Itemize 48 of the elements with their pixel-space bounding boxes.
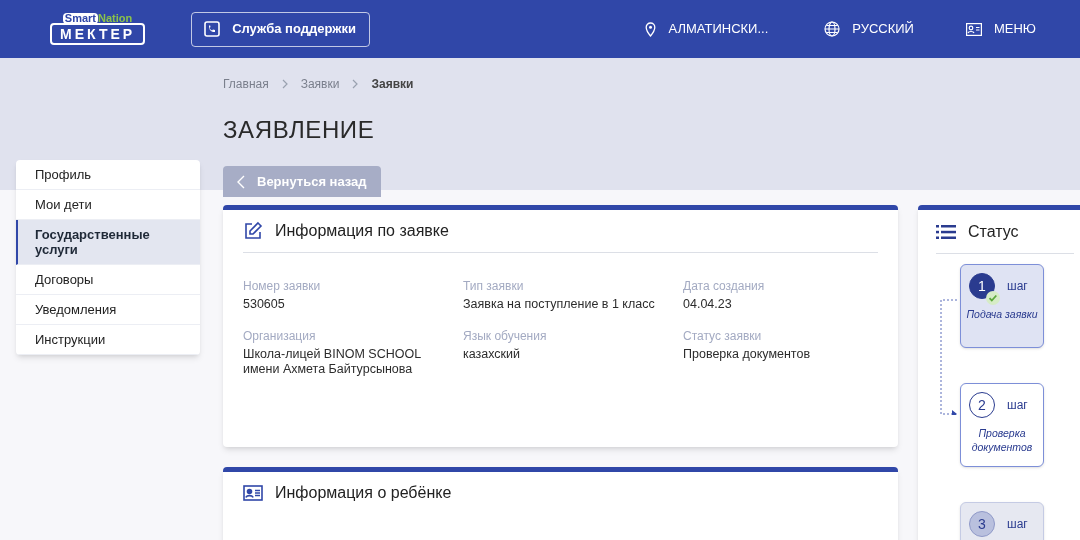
chevron-icon <box>280 79 289 89</box>
phone-icon <box>204 21 221 37</box>
list-icon <box>936 223 956 240</box>
step-label: Подача заявки <box>965 307 1039 321</box>
field-value: 530605 <box>243 297 286 312</box>
region-button[interactable]: АЛМАТИНСКИ... <box>645 19 769 39</box>
sidebar-item[interactable]: Профиль <box>16 160 200 190</box>
chevron-icon <box>351 79 360 89</box>
card-title: Информация по заявке <box>275 221 449 241</box>
field-label: Организация <box>243 328 317 345</box>
field-label: Номер заявки <box>243 278 322 295</box>
status-title: Статус <box>968 221 1019 242</box>
field-value: 04.04.23 <box>683 297 733 312</box>
field-label: Тип заявки <box>463 278 525 295</box>
step-number: 3 <box>969 511 995 537</box>
logo-text: Smart <box>62 13 99 24</box>
field-label: Статус заявки <box>683 328 763 345</box>
field-value: Заявка на поступление в 1 класс <box>463 297 656 312</box>
field-value: Проверка документов <box>683 347 812 362</box>
step-word: шаг <box>1007 278 1028 295</box>
support-button[interactable]: Служба поддержки <box>191 11 371 47</box>
card-title: Информация о ребёнке <box>275 482 452 503</box>
sidebar-item[interactable]: Уведомления <box>16 295 200 325</box>
edit-icon <box>243 221 263 241</box>
id-card-icon <box>965 22 982 36</box>
step-word: шаг <box>1007 516 1028 533</box>
logo-text: Nation <box>98 13 133 24</box>
check-icon <box>986 291 1000 305</box>
chevron-left-icon <box>237 174 245 189</box>
field-value: Школа-лицей BINOM SCHOOL имени Ахмета Байтурсынова <box>243 347 422 377</box>
field-value: казахский <box>463 347 522 362</box>
logo-text: МЕКТЕР <box>50 23 146 45</box>
location-pin-icon <box>645 21 657 37</box>
step-number: 2 <box>969 392 995 418</box>
id-card-icon <box>243 484 263 501</box>
language-button[interactable]: РУССКИЙ <box>824 19 914 39</box>
page-title: ЗАЯВЛЕНИЕ <box>223 115 376 145</box>
globe-icon <box>824 21 841 37</box>
sidebar-item[interactable]: Государственные услуги <box>16 220 200 265</box>
sidebar-item[interactable]: Договоры <box>16 265 200 295</box>
step-label: Проверка документов <box>970 426 1034 454</box>
step-number: 1 <box>969 273 995 299</box>
breadcrumb-link[interactable]: Заявки <box>371 75 414 93</box>
field-label: Дата создания <box>683 278 766 295</box>
step-word: шаг <box>1007 397 1028 414</box>
sidebar-item[interactable]: Инструкции <box>16 325 200 355</box>
field-label: Язык обучения <box>463 328 548 345</box>
menu-button[interactable]: МЕНЮ <box>965 19 1036 39</box>
